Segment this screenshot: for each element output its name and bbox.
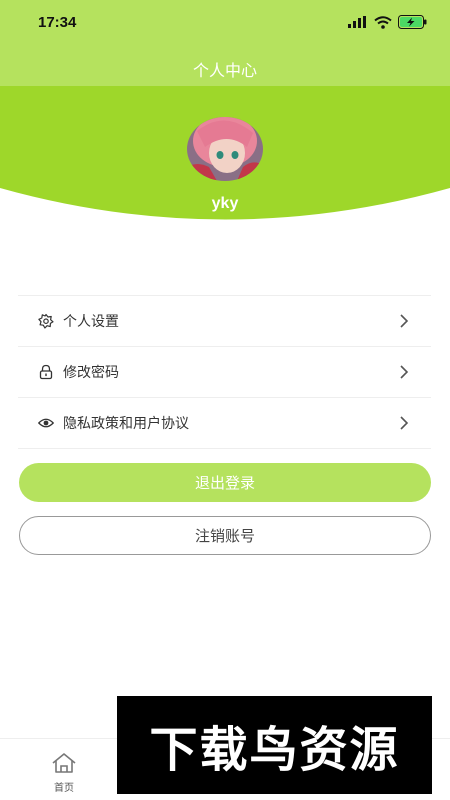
status-time: 17:34 bbox=[38, 14, 77, 31]
tab-home[interactable]: 首页 bbox=[34, 749, 94, 797]
battery-charging-icon bbox=[398, 15, 427, 29]
status-bar: 17:34 bbox=[0, 0, 450, 46]
chevron-right-icon bbox=[400, 314, 409, 328]
menu-item-change-password[interactable]: 修改密码 bbox=[18, 347, 431, 398]
avatar-image bbox=[187, 117, 263, 181]
eye-icon bbox=[38, 418, 54, 428]
chevron-right-icon bbox=[400, 365, 409, 379]
settings-menu: 个人设置 修改密码 隐私政策和用户协议 bbox=[18, 295, 431, 449]
chevron-right-icon bbox=[400, 416, 409, 430]
cellular-signal-icon bbox=[348, 16, 366, 28]
watermark: 下载鸟资源 bbox=[117, 696, 432, 794]
menu-item-privacy-policy[interactable]: 隐私政策和用户协议 bbox=[18, 398, 431, 449]
menu-item-label: 隐私政策和用户协议 bbox=[63, 416, 189, 432]
settings-flower-icon bbox=[38, 313, 54, 329]
lock-icon bbox=[39, 364, 53, 380]
wifi-icon bbox=[374, 15, 392, 29]
menu-item-personal-settings[interactable]: 个人设置 bbox=[18, 296, 431, 347]
logout-button[interactable]: 退出登录 bbox=[19, 463, 431, 502]
tab-home-label: 首页 bbox=[54, 783, 74, 794]
avatar[interactable] bbox=[187, 117, 263, 181]
home-icon bbox=[52, 753, 76, 773]
menu-item-label: 修改密码 bbox=[63, 365, 119, 381]
page-title: 个人中心 bbox=[192, 61, 257, 80]
cancel-account-button[interactable]: 注销账号 bbox=[19, 516, 431, 555]
username: yky bbox=[211, 195, 239, 212]
status-icons bbox=[348, 15, 428, 29]
nav-bar: 个人中心 bbox=[0, 46, 450, 86]
menu-item-label: 个人设置 bbox=[63, 314, 119, 330]
